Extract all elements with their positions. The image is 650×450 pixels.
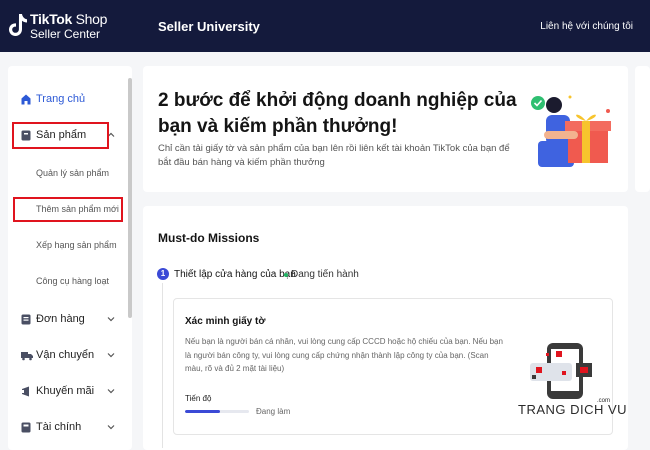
task-title: Xác minh giấy tờ xyxy=(185,316,266,327)
task-description: Nếu bạn là người bán cá nhân, vui lòng c… xyxy=(185,337,503,373)
gift-reward-illustration-icon xyxy=(531,95,611,167)
chevron-down-icon xyxy=(107,389,115,394)
order-icon xyxy=(21,314,31,324)
highlight-box-add-product xyxy=(13,197,123,222)
sidebar-subitem-manage-products[interactable]: Quản lý sản phẩm xyxy=(36,168,109,178)
chevron-down-icon xyxy=(107,425,115,430)
sidebar-item-promotions[interactable]: Khuyến mãi xyxy=(8,379,132,403)
sidebar-item-label: Vận chuyển xyxy=(36,349,95,361)
truck-icon xyxy=(21,351,33,360)
logo-subtitle: Seller Center xyxy=(30,27,101,41)
missions-heading: Must-do Missions xyxy=(158,231,260,245)
sidebar-item-label: Trang chủ xyxy=(36,93,86,105)
sidebar-item-label: Tài chính xyxy=(36,421,82,433)
progress-status: Đang làm xyxy=(256,407,291,416)
watermark-text: TRANG DICH VU xyxy=(518,402,628,417)
trangdichvu-watermark-logo-icon xyxy=(530,343,592,399)
step-number-badge: 1 xyxy=(157,268,169,280)
step-title[interactable]: Thiết lập cửa hàng của bạn xyxy=(174,269,296,280)
tiktok-note-icon xyxy=(9,14,27,36)
sidebar-subitem-bulk-tools[interactable]: Công cụ hàng loạt xyxy=(36,276,109,286)
contact-us-link[interactable]: Liên hệ với chúng tôi xyxy=(540,21,633,32)
sidebar-item-orders[interactable]: Đơn hàng xyxy=(8,307,132,331)
progress-bar-fill xyxy=(185,410,221,413)
tiktok-shop-logo[interactable]: TikTok Shop Seller Center xyxy=(8,10,118,42)
page-section-title[interactable]: Seller University xyxy=(158,19,260,34)
step-connector-line xyxy=(162,283,163,448)
sidebar-scrollbar[interactable] xyxy=(128,78,132,318)
highlight-box-products xyxy=(12,122,109,149)
sidebar-item-label: Khuyến mãi xyxy=(36,385,95,397)
sidebar-item-shipping[interactable]: Vận chuyển xyxy=(8,343,132,367)
sidebar-subitem-product-ranking[interactable]: Xếp hạng sản phẩm xyxy=(36,240,117,250)
top-bar: TikTok Shop Seller Center Seller Univers… xyxy=(0,0,650,52)
sidebar-item-label: Đơn hàng xyxy=(36,313,85,325)
logo-title: TikTok Shop xyxy=(30,11,108,27)
chevron-down-icon xyxy=(107,317,115,322)
home-icon xyxy=(21,94,31,104)
finance-icon xyxy=(21,422,31,432)
step-status-badge: Đang tiến hành xyxy=(291,269,359,280)
progress-bar xyxy=(185,410,249,413)
chevron-down-icon xyxy=(107,353,115,358)
side-panel-edge xyxy=(635,66,650,192)
onboarding-description: Chỉ cần tải giấy tờ và sản phẩm của bạn … xyxy=(158,143,510,168)
sidebar-item-home[interactable]: Trang chủ xyxy=(8,87,132,111)
status-dot-icon xyxy=(284,273,288,277)
sidebar-item-finance[interactable]: Tài chính xyxy=(8,415,132,439)
promo-icon xyxy=(22,386,29,396)
progress-label: Tiến độ xyxy=(185,394,212,403)
onboarding-title: 2 bước để khởi động doanh nghiệp của bạn… xyxy=(158,90,517,137)
